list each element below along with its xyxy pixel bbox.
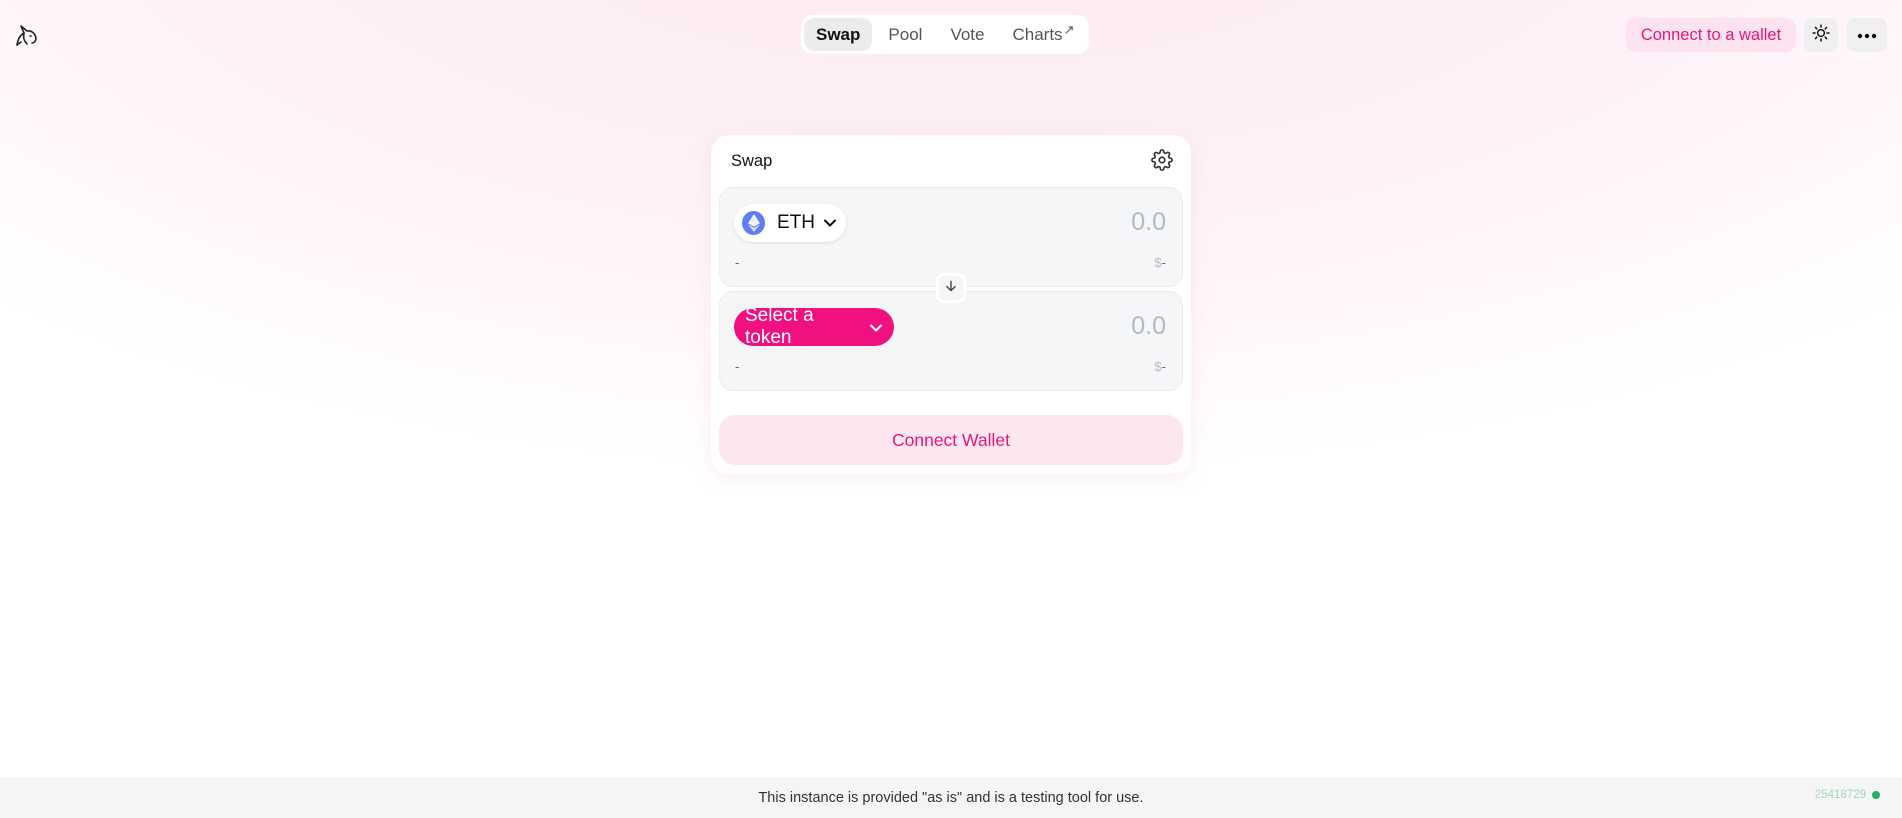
- nav-tab-vote[interactable]: Vote: [938, 18, 996, 51]
- input-amount-field[interactable]: [986, 208, 1166, 237]
- gear-icon[interactable]: [1151, 149, 1173, 171]
- main-nav: Swap Pool Vote Charts ↗: [801, 15, 1090, 54]
- unicorn-logo-icon[interactable]: [12, 22, 40, 50]
- connect-wallet-header-button[interactable]: Connect to a wallet: [1626, 18, 1796, 52]
- switch-tokens-button[interactable]: [936, 273, 966, 303]
- chevron-down-icon: [870, 316, 882, 338]
- nav-tab-pool[interactable]: Pool: [876, 18, 934, 51]
- output-usd-value: $-: [1154, 359, 1166, 374]
- eth-token-icon: [742, 211, 765, 235]
- status-dot-icon: [1872, 791, 1880, 799]
- footer-text: This instance is provided "as is" and is…: [758, 790, 1144, 806]
- connect-wallet-button[interactable]: Connect Wallet: [719, 415, 1183, 465]
- arrow-down-icon: [944, 279, 958, 298]
- input-token-symbol: ETH: [777, 212, 815, 233]
- nav-tab-charts[interactable]: Charts ↗: [1000, 18, 1086, 51]
- sun-icon: [1812, 23, 1830, 47]
- swap-output-panel: Select a token - $-: [719, 291, 1183, 391]
- swap-card: Swap ETH - $-: [711, 135, 1191, 474]
- block-number-indicator[interactable]: 25418729: [1815, 789, 1880, 801]
- output-amount-field[interactable]: [986, 312, 1166, 341]
- chevron-down-icon: [824, 214, 836, 232]
- nav-tab-label: Vote: [950, 24, 985, 44]
- output-balance: -: [735, 359, 740, 374]
- output-token-selector[interactable]: Select a token: [734, 305, 894, 348]
- nav-tab-label: Swap: [816, 24, 861, 44]
- nav-tab-label: Charts: [1012, 24, 1063, 44]
- usd-amount: -: [1161, 359, 1166, 374]
- connect-wallet-header-label: Connect to a wallet: [1640, 25, 1782, 44]
- select-token-label: Select a token: [745, 305, 814, 348]
- footer-banner: This instance is provided "as is" and is…: [0, 778, 1902, 818]
- external-link-icon: ↗: [1063, 21, 1075, 37]
- theme-toggle-button[interactable]: [1804, 18, 1838, 52]
- usd-prefix: $: [1154, 359, 1162, 374]
- connect-wallet-label: Connect Wallet: [891, 429, 1010, 450]
- nav-tab-label: Pool: [888, 24, 923, 44]
- more-menu-button[interactable]: [1847, 18, 1887, 52]
- nav-tab-swap[interactable]: Swap: [804, 18, 873, 51]
- input-token-selector[interactable]: ETH: [734, 204, 846, 242]
- swap-input-panel: ETH - $-: [719, 187, 1183, 287]
- block-number: 25418729: [1814, 789, 1866, 801]
- usd-prefix: $: [1154, 255, 1162, 270]
- input-balance: -: [735, 255, 740, 270]
- ellipsis-icon: [1857, 26, 1877, 44]
- input-usd-value: $-: [1154, 255, 1166, 270]
- usd-amount: -: [1161, 255, 1166, 270]
- swap-card-title: Swap: [731, 152, 773, 170]
